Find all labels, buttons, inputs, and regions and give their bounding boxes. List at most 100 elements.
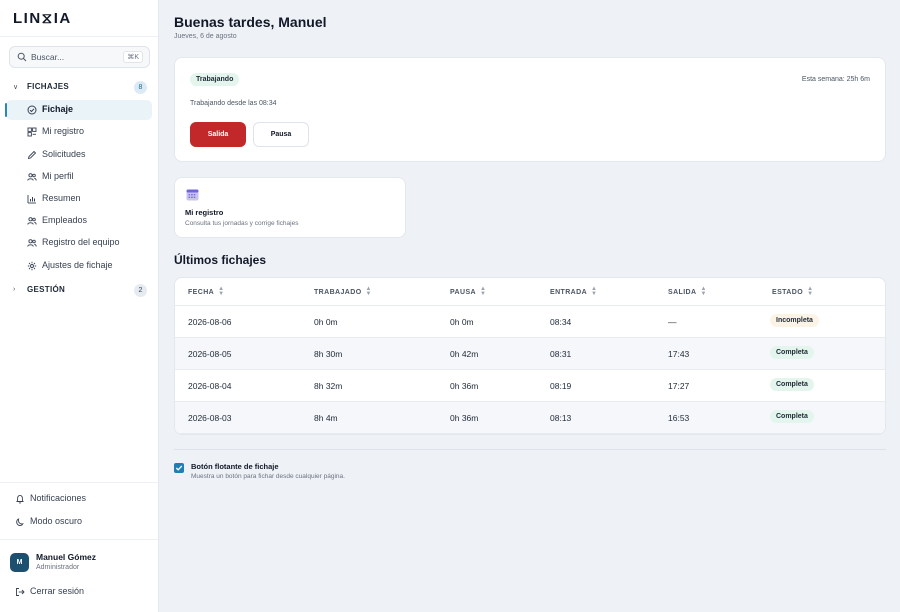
search-shortcut: ⌘K xyxy=(123,51,143,63)
group-label: FICHAJES xyxy=(27,82,69,91)
notifications-label: Notificaciones xyxy=(30,493,87,503)
table-row[interactable]: 2026-08-04 8h 32m 0h 36m 08:19 17:27 Com… xyxy=(175,370,885,402)
sort-icon: ▲ ▼ xyxy=(591,286,598,297)
user-role: Administrador xyxy=(36,564,80,571)
sidebar-item-ajustes[interactable]: Ajustes de fichaje xyxy=(6,256,152,276)
divider xyxy=(0,482,158,483)
bell-icon xyxy=(16,494,24,504)
check-circle-icon xyxy=(27,105,37,115)
sort-icon: ▲ ▼ xyxy=(807,286,814,297)
sidebar: LIN⧖IA Buscar... ⌘K ∨ FICHAJES 8 Fichaje… xyxy=(0,0,159,612)
pause-button[interactable]: Pausa xyxy=(253,122,309,147)
exit-button[interactable]: Salida xyxy=(190,122,246,147)
group-label: GESTIÓN xyxy=(27,285,66,294)
sidebar-item-label: Mi perfil xyxy=(42,171,74,181)
sort-icon: ▲ ▼ xyxy=(218,286,225,297)
user-name: Manuel Gómez xyxy=(36,552,96,562)
sidebar-item-label: Mi registro xyxy=(42,126,85,136)
column-header-estado[interactable]: ESTADO ▲ ▼ xyxy=(772,286,814,297)
notifications-button[interactable]: Notificaciones xyxy=(13,491,153,507)
sidebar-item-mi-perfil[interactable]: Mi perfil xyxy=(6,167,152,187)
sidebar-item-empleados[interactable]: Empleados xyxy=(6,211,152,231)
column-header-trabajado[interactable]: TRABAJADO ▲ ▼ xyxy=(314,286,372,297)
sort-icon: ▲ ▼ xyxy=(479,286,487,297)
pencil-icon xyxy=(27,150,37,160)
cell-entrada: 08:34 xyxy=(550,317,572,327)
logout-icon xyxy=(16,588,25,596)
chevron-right-icon: › xyxy=(13,286,16,293)
table-row[interactable]: 2026-08-05 8h 30m 0h 42m 08:31 17:43 Com… xyxy=(175,338,885,370)
current-date: Jueves, 6 de agosto xyxy=(174,33,237,40)
group-count: 2 xyxy=(134,284,147,297)
group-count: 8 xyxy=(134,81,147,94)
cell-entrada: 08:13 xyxy=(550,413,572,423)
cell-trabajado: 0h 0m xyxy=(314,317,338,327)
cell-salida: 16:53 xyxy=(668,413,690,423)
cell-fecha: 2026-08-04 xyxy=(188,381,232,391)
cell-salida: — xyxy=(668,317,677,327)
status-card: Trabajando Esta semana: 25h 6m Trabajand… xyxy=(174,57,886,162)
column-header-entrada[interactable]: ENTRADA ▲ ▼ xyxy=(550,286,598,297)
sidebar-item-solicitudes[interactable]: Solicitudes xyxy=(6,145,152,165)
working-since: Trabajando desde las 08:34 xyxy=(190,100,277,107)
column-header-salida[interactable]: SALIDA ▲ ▼ xyxy=(668,286,707,297)
status-badge: Completa xyxy=(770,346,814,359)
status-badge: Trabajando xyxy=(190,73,240,86)
dark-mode-label: Modo oscuro xyxy=(30,516,83,526)
app-logo[interactable]: LIN⧖IA xyxy=(13,10,72,27)
cell-fecha: 2026-08-06 xyxy=(188,317,232,327)
cell-pausa: 0h 0m xyxy=(450,317,474,327)
sidebar-item-label: Empleados xyxy=(42,215,88,225)
dark-mode-toggle[interactable]: Modo oscuro xyxy=(13,514,153,530)
sort-icon: ▲ ▼ xyxy=(700,286,707,297)
sidebar-item-mi-registro[interactable]: Mi registro xyxy=(6,122,152,142)
cell-trabajado: 8h 30m xyxy=(314,349,343,359)
layout-icon xyxy=(27,127,37,137)
floating-button-description: Muestra un botón para fichar desde cualq… xyxy=(191,473,345,480)
page-title: Buenas tardes, Manuel xyxy=(174,14,327,30)
table-row[interactable]: 2026-08-06 0h 0m 0h 0m 08:34 — Incomplet… xyxy=(175,306,885,338)
status-badge: Completa xyxy=(770,410,814,423)
group-fichajes[interactable]: ∨ FICHAJES 8 xyxy=(13,81,147,95)
search-placeholder[interactable]: Buscar... xyxy=(31,52,64,62)
floating-button-title: Botón flotante de fichaje xyxy=(191,462,279,471)
cell-pausa: 0h 42m xyxy=(450,349,479,359)
column-header-fecha[interactable]: FECHA ▲ ▼ xyxy=(188,286,225,297)
bar-chart-icon xyxy=(27,195,36,204)
chevron-down-icon: ∨ xyxy=(13,84,19,91)
sidebar-item-label: Solicitudes xyxy=(42,149,86,159)
sidebar-item-resumen[interactable]: Resumen xyxy=(6,189,152,209)
card-subtitle: Consulta tus jornadas y corrige fichajes xyxy=(185,220,299,227)
cell-entrada: 08:19 xyxy=(550,381,572,391)
users-icon xyxy=(27,217,37,225)
calendar-icon xyxy=(186,189,199,201)
search-box[interactable]: Buscar... ⌘K xyxy=(9,46,150,68)
sidebar-item-label: Registro del equipo xyxy=(42,237,120,247)
column-header-pausa[interactable]: PAUSA ▲ ▼ xyxy=(450,286,487,297)
moon-icon xyxy=(16,518,24,526)
search-icon xyxy=(17,52,27,62)
week-total: Esta semana: 25h 6m xyxy=(801,76,870,83)
divider xyxy=(174,449,886,450)
check-icon xyxy=(175,465,183,471)
section-title: Últimos fichajes xyxy=(174,253,267,267)
sidebar-item-registro-equipo[interactable]: Registro del equipo xyxy=(6,233,152,253)
users-icon xyxy=(27,239,37,247)
group-gestion[interactable]: › GESTIÓN 2 xyxy=(13,284,147,298)
divider xyxy=(0,539,158,540)
status-badge: Completa xyxy=(770,378,814,391)
sidebar-item-fichaje[interactable]: Fichaje xyxy=(5,100,152,120)
floating-button-checkbox[interactable] xyxy=(174,463,184,473)
sidebar-item-label: Fichaje xyxy=(42,104,74,114)
divider xyxy=(0,36,158,37)
avatar[interactable]: M xyxy=(10,553,29,572)
users-icon xyxy=(27,173,37,181)
logout-button[interactable]: Cerrar sesión xyxy=(13,584,153,600)
sort-icon: ▲ ▼ xyxy=(365,286,372,297)
card-title: Mi registro xyxy=(185,208,224,217)
sidebar-item-label: Ajustes de fichaje xyxy=(42,260,113,270)
cell-salida: 17:27 xyxy=(668,381,690,391)
cell-salida: 17:43 xyxy=(668,349,690,359)
mi-registro-card[interactable]: Mi registro Consulta tus jornadas y corr… xyxy=(174,177,406,238)
table-row[interactable]: 2026-08-03 8h 4m 0h 36m 08:13 16:53 Comp… xyxy=(175,402,885,434)
